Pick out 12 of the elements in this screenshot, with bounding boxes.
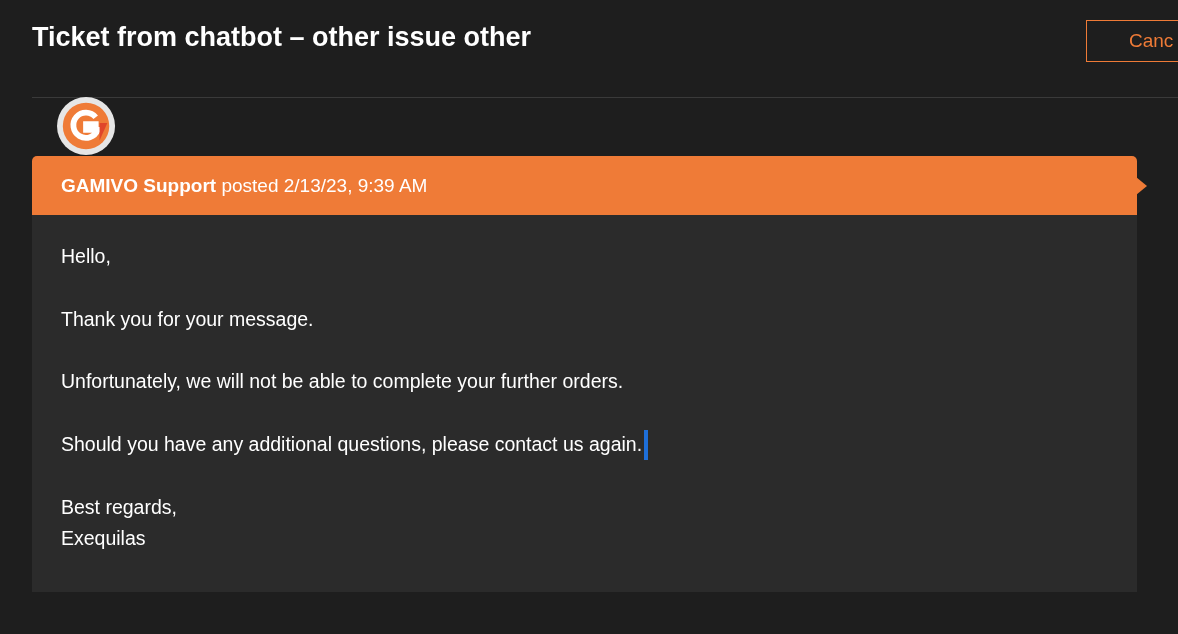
pointer-icon	[1136, 177, 1148, 195]
message-paragraph: Thank you for your message.	[61, 307, 314, 330]
avatar-icon	[56, 96, 118, 156]
message-header: GAMIVO Support posted 2/13/23, 9:39 AM	[32, 156, 1137, 215]
message-paragraph: Hello,	[61, 245, 111, 267]
text-cursor	[644, 430, 649, 461]
signature-line: Best regards,	[61, 495, 177, 518]
signature-line: Exequilas	[61, 526, 146, 549]
cancel-button[interactable]: Canc	[1086, 20, 1178, 62]
message-paragraph: Unfortunately, we will not be able to complete your further orders.	[61, 370, 624, 392]
message-paragraph: Should you have any additional questions, please contact us again.	[61, 432, 643, 455]
page-title: Ticket from chatbot – other issue other	[32, 21, 532, 51]
